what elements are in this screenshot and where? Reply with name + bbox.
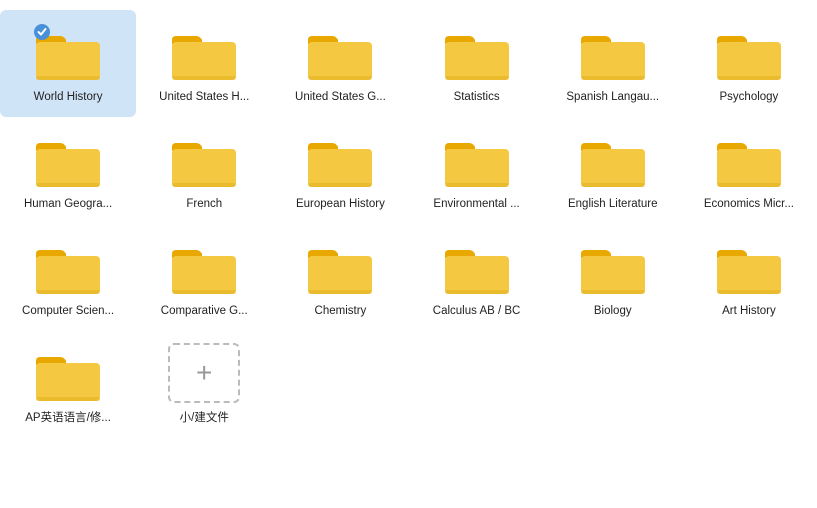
folder-icon — [304, 129, 376, 189]
folder-icon — [577, 129, 649, 189]
folder-icon — [304, 22, 376, 82]
folder-label: Psychology — [720, 90, 779, 105]
folder-label: English Literature — [568, 197, 658, 212]
folder-icon — [32, 129, 104, 189]
folder-icon — [441, 236, 513, 296]
folder-item-19[interactable]: AP英语语言/修... — [0, 331, 136, 438]
folder-item-8[interactable]: French — [136, 117, 272, 224]
folder-icon — [577, 236, 649, 296]
folder-item-18[interactable]: Art History — [681, 224, 817, 331]
folder-icon — [713, 236, 785, 296]
folder-item-1[interactable]: World History — [0, 10, 136, 117]
folder-label: United States G... — [295, 90, 386, 105]
folder-icon — [32, 343, 104, 403]
folder-grid: World History United States H... United … — [0, 0, 817, 448]
folder-label: Chemistry — [315, 304, 367, 319]
folder-icon — [577, 22, 649, 82]
folder-icon — [168, 236, 240, 296]
folder-icon — [32, 236, 104, 296]
folder-label: Computer Scien... — [22, 304, 114, 319]
folder-item-15[interactable]: Chemistry — [272, 224, 408, 331]
folder-item-3[interactable]: United States G... — [272, 10, 408, 117]
folder-label: Spanish Langau... — [566, 90, 659, 105]
folder-item-16[interactable]: Calculus AB / BC — [409, 224, 545, 331]
folder-icon — [441, 22, 513, 82]
folder-label: Statistics — [454, 90, 500, 105]
folder-item-12[interactable]: Economics Micr... — [681, 117, 817, 224]
folder-icon — [32, 22, 104, 82]
folder-label: Comparative G... — [161, 304, 248, 319]
folder-item-4[interactable]: Statistics — [409, 10, 545, 117]
folder-item-7[interactable]: Human Geogra... — [0, 117, 136, 224]
folder-item-10[interactable]: Environmental ... — [409, 117, 545, 224]
folder-item-9[interactable]: European History — [272, 117, 408, 224]
folder-label: Human Geogra... — [24, 197, 112, 212]
folder-item-17[interactable]: Biology — [545, 224, 681, 331]
folder-item-11[interactable]: English Literature — [545, 117, 681, 224]
folder-icon — [713, 129, 785, 189]
folder-label: World History — [34, 90, 103, 105]
folder-label: Economics Micr... — [704, 197, 794, 212]
folder-icon — [441, 129, 513, 189]
folder-icon — [168, 129, 240, 189]
new-folder-button[interactable]: + 小/建文件 — [136, 331, 272, 438]
folder-icon — [713, 22, 785, 82]
folder-label: European History — [296, 197, 385, 212]
new-folder-icon: + — [168, 343, 240, 403]
folder-icon — [168, 22, 240, 82]
folder-item-5[interactable]: Spanish Langau... — [545, 10, 681, 117]
folder-label: Environmental ... — [433, 197, 519, 212]
folder-label: AP英语语言/修... — [25, 411, 111, 426]
folder-item-2[interactable]: United States H... — [136, 10, 272, 117]
folder-label: Biology — [594, 304, 632, 319]
folder-item-6[interactable]: Psychology — [681, 10, 817, 117]
folder-label: Calculus AB / BC — [433, 304, 521, 319]
folder-label: United States H... — [159, 90, 249, 105]
folder-label: French — [186, 197, 222, 212]
new-folder-label: 小/建文件 — [180, 411, 229, 426]
folder-item-14[interactable]: Comparative G... — [136, 224, 272, 331]
folder-icon — [304, 236, 376, 296]
folder-item-13[interactable]: Computer Scien... — [0, 224, 136, 331]
folder-label: Art History — [722, 304, 776, 319]
